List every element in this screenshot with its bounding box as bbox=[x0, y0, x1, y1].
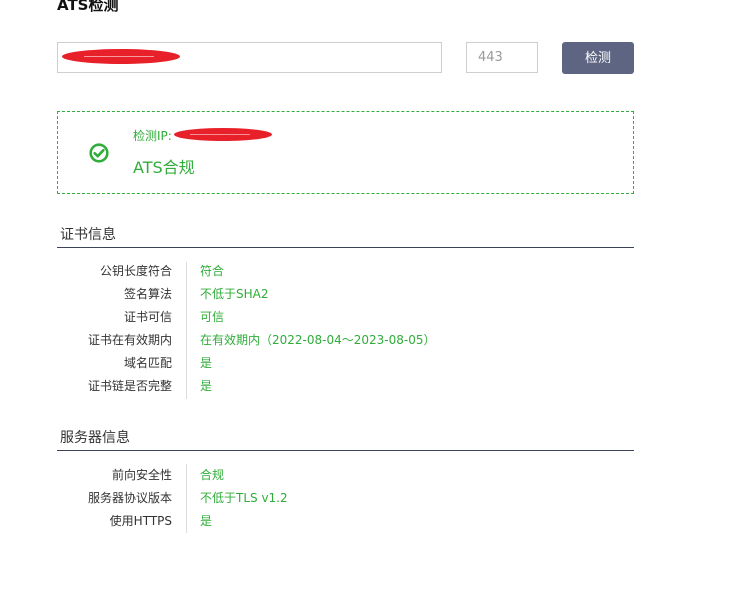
detected-ip-label: 检测IP: bbox=[133, 129, 172, 143]
info-key: 证书可信 bbox=[123, 310, 172, 324]
cert-info-table: 公钥长度符合 符合签名算法 不低于SHA2 证书可信 可信证书在有效期内 在有效期内（20… bbox=[57, 260, 634, 399]
info-row: 域名匹配 是 bbox=[57, 352, 634, 375]
page-title: ATS检测 bbox=[57, 0, 119, 14]
info-value: 是 bbox=[200, 379, 213, 393]
info-key: 公钥长度符合 bbox=[99, 264, 172, 278]
info-row: 证书在有效期内 在有效期内（2022-08-04～2023-08-05） bbox=[57, 329, 634, 352]
domain-input[interactable] bbox=[57, 42, 442, 73]
result-panel: 检测IP: ATS合规 bbox=[57, 111, 634, 194]
detected-ip-line: 检测IP: bbox=[133, 127, 272, 144]
info-value: 是 bbox=[200, 514, 213, 528]
info-value: 合规 bbox=[200, 468, 225, 482]
info-key: 使用HTTPS bbox=[109, 514, 172, 528]
server-section-divider bbox=[57, 450, 634, 451]
ats-status-text: ATS合规 bbox=[133, 158, 195, 177]
ats-check-page: ATS检测 443 检测 检测IP: ATS合规 证书信息 公钥长度符合 符合签名… bbox=[0, 0, 751, 590]
info-value: 不低于SHA2 bbox=[200, 287, 269, 301]
info-value: 是 bbox=[200, 356, 213, 370]
info-row: 证书链是否完整 是 bbox=[57, 375, 634, 398]
info-value: 在有效期内（2022-08-04～2023-08-05） bbox=[200, 333, 436, 347]
port-input[interactable]: 443 bbox=[466, 42, 538, 73]
redaction-mark bbox=[173, 128, 272, 141]
redaction-mark bbox=[62, 49, 180, 64]
cert-section-divider bbox=[57, 247, 634, 248]
info-row: 签名算法 不低于SHA2 bbox=[57, 283, 634, 306]
info-value: 可信 bbox=[200, 310, 225, 324]
info-key: 域名匹配 bbox=[123, 356, 172, 370]
info-key: 前向安全性 bbox=[111, 468, 172, 482]
info-row: 服务器协议版本 不低于TLS v1.2 bbox=[57, 487, 634, 510]
info-row: 前向安全性 合规 bbox=[57, 464, 634, 487]
info-value: 不低于TLS v1.2 bbox=[200, 491, 288, 505]
info-row: 公钥长度符合 符合 bbox=[57, 260, 634, 283]
info-value: 符合 bbox=[200, 264, 225, 278]
server-section-title: 服务器信息 bbox=[60, 430, 130, 446]
info-key: 证书在有效期内 bbox=[87, 333, 172, 347]
cert-section-title: 证书信息 bbox=[60, 227, 116, 243]
info-key: 签名算法 bbox=[123, 287, 172, 301]
server-info-table: 前向安全性 合规服务器协议版本 不低于TLS v1.2 使用HTTPS 是 bbox=[57, 464, 634, 533]
info-key: 证书链是否完整 bbox=[87, 379, 172, 393]
check-button[interactable]: 检测 bbox=[562, 42, 634, 74]
info-row: 证书可信 可信 bbox=[57, 306, 634, 329]
check-circle-icon bbox=[89, 143, 109, 163]
info-key: 服务器协议版本 bbox=[87, 491, 172, 505]
info-row: 使用HTTPS 是 bbox=[57, 510, 634, 533]
